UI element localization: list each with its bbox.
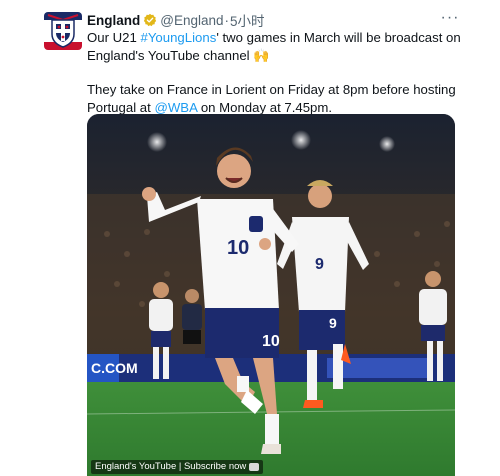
hashtag-link[interactable]: #YoungLions	[141, 30, 217, 45]
tweet-text-line-1: Our U21 #YoungLions' two games in March …	[87, 29, 462, 64]
mention-link[interactable]: @WBA	[154, 100, 197, 115]
youtube-icon	[249, 463, 260, 471]
handle[interactable]: @England	[160, 13, 223, 28]
text-segment: on Monday at 7.45pm.	[197, 99, 333, 115]
ad-board-text: C.COM	[91, 360, 138, 376]
verified-badge-icon	[144, 13, 157, 27]
display-name[interactable]: England	[87, 13, 140, 28]
jersey-number-10: 10	[227, 237, 249, 259]
text-segment: Our U21	[87, 30, 141, 45]
tweet-media-video[interactable]: C.COM 9 9 10 10 England's YouTube | Subs…	[87, 114, 455, 476]
tweet-text-line-2: They take on France in Lorient on Friday…	[87, 81, 462, 116]
video-caption: England's YouTube | Subscribe now	[91, 460, 264, 474]
england-crest-icon	[44, 12, 82, 50]
more-options-button[interactable]: ···	[440, 8, 460, 28]
shorts-number-9: 9	[329, 315, 337, 331]
avatar[interactable]	[44, 12, 82, 50]
tweet[interactable]: England @England · 5小时 ··· Our U21 #Youn…	[0, 0, 500, 476]
tweet-header: England @England · 5小时	[87, 10, 265, 30]
caption-text: England's YouTube | Subscribe now	[95, 461, 247, 472]
more-horizontal-icon: ···	[440, 9, 460, 26]
timestamp[interactable]: 5小时	[230, 10, 265, 30]
tweet-text: Our U21 #YoungLions' two games in March …	[87, 29, 462, 116]
jersey-number-9: 9	[315, 256, 324, 273]
separator-dot: ·	[224, 12, 230, 28]
shorts-number-10: 10	[262, 333, 280, 350]
match-photo: C.COM 9 9 10 10	[87, 114, 455, 476]
